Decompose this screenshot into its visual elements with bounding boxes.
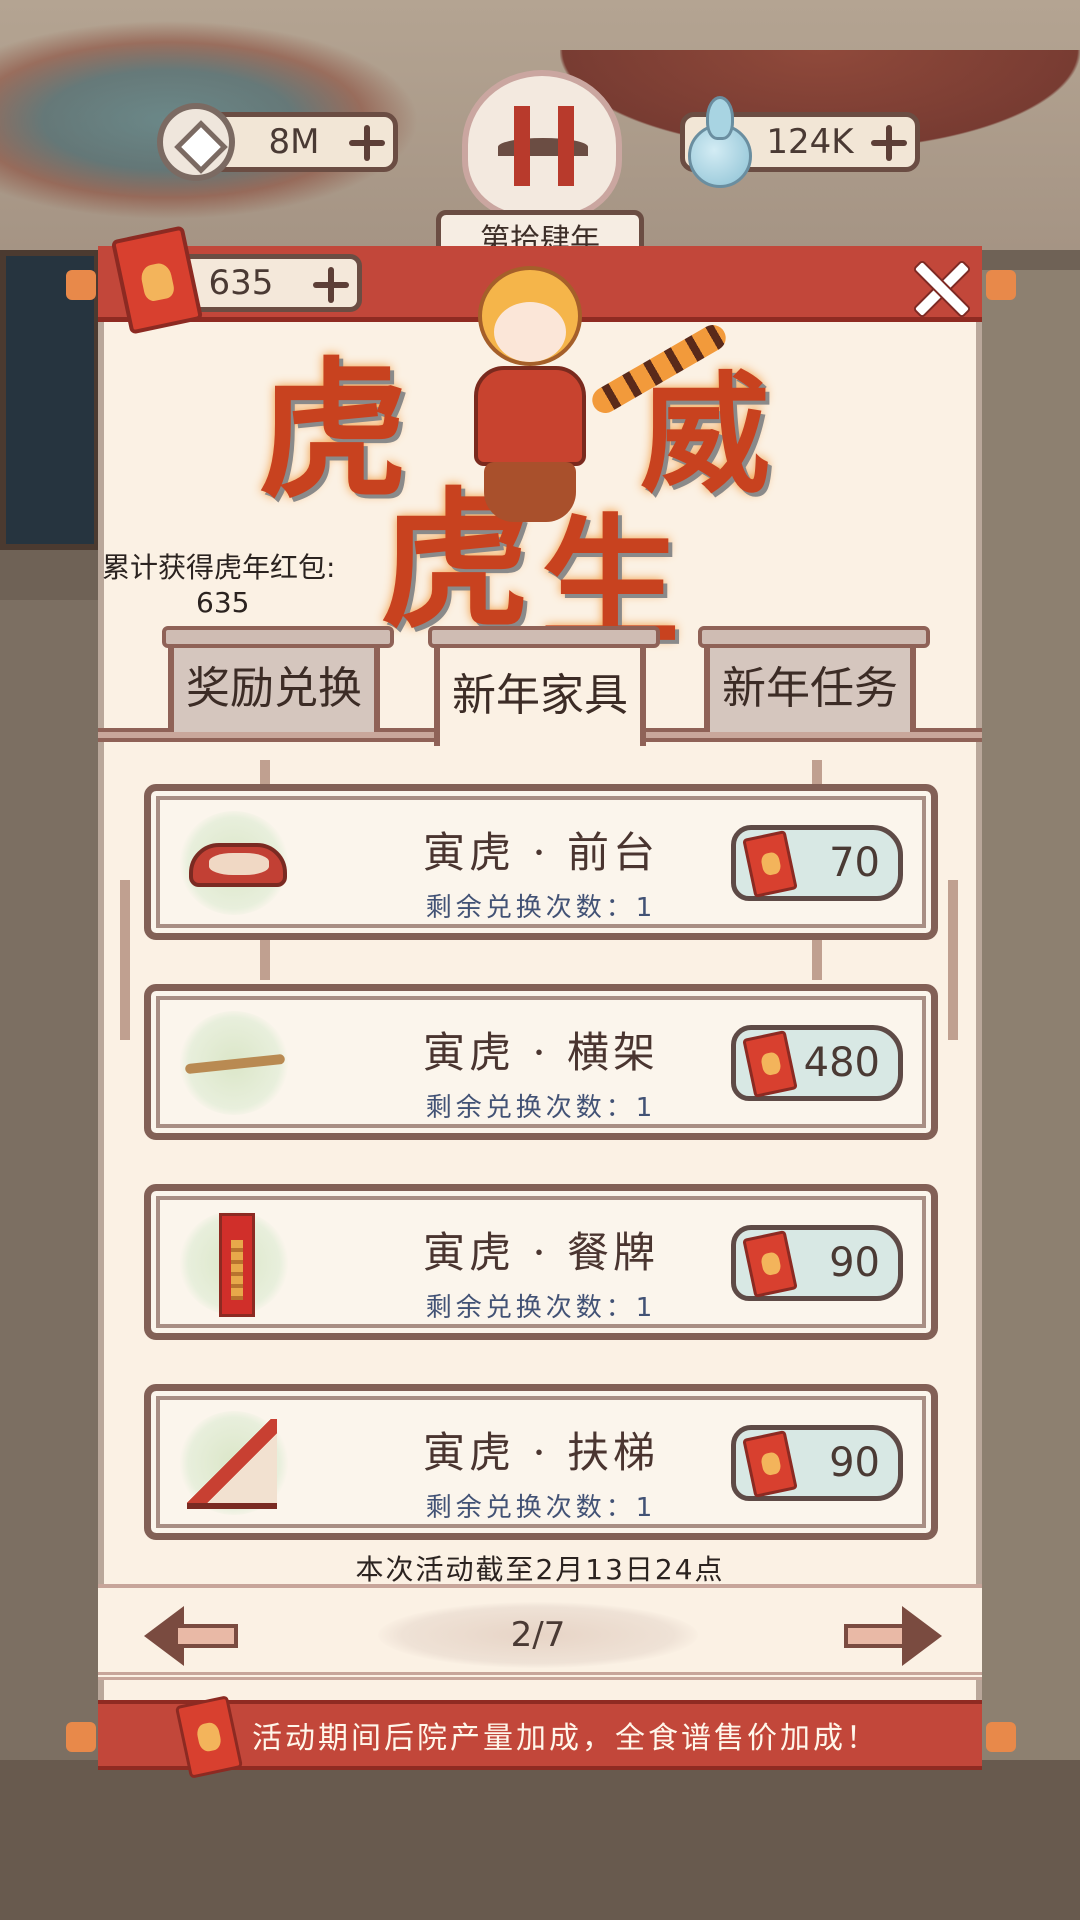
item-card[interactable]: 寅虎 · 餐牌 剩余兑换次数：1 90 bbox=[144, 1184, 938, 1340]
tab-new-year-furniture[interactable]: 新年家具 bbox=[428, 626, 660, 746]
water-value: 124K bbox=[766, 122, 854, 162]
tassel-decoration bbox=[120, 880, 130, 1040]
red-envelope-icon bbox=[742, 1430, 798, 1498]
banner-cap bbox=[66, 1722, 96, 1752]
arrow-shaft bbox=[174, 1624, 238, 1648]
pavilion-pillar bbox=[514, 106, 530, 186]
water-add-button[interactable] bbox=[871, 125, 907, 161]
envelope-value: 635 bbox=[208, 263, 274, 303]
background-right bbox=[980, 270, 1080, 1770]
tiger-girl-character bbox=[460, 266, 731, 546]
buy-button[interactable]: 70 bbox=[731, 825, 903, 901]
pagination-bar: 2/7 bbox=[98, 1584, 982, 1680]
header-cap bbox=[986, 270, 1016, 300]
prev-page-button[interactable] bbox=[144, 1606, 244, 1666]
banner-cap bbox=[986, 1722, 1016, 1752]
tab-new-year-tasks[interactable]: 新年任务 bbox=[698, 626, 930, 732]
page-indicator: 2/7 bbox=[378, 1602, 698, 1668]
pavilion-icon bbox=[498, 138, 588, 156]
tab-reward-exchange[interactable]: 奖励兑换 bbox=[162, 626, 394, 732]
buy-button[interactable]: 90 bbox=[731, 1425, 903, 1501]
event-deadline: 本次活动截至2月13日24点 bbox=[355, 1553, 725, 1586]
character-body bbox=[474, 366, 586, 466]
item-card[interactable]: 寅虎 · 前台 剩余兑换次数：1 70 bbox=[144, 784, 938, 940]
character-face bbox=[494, 302, 566, 362]
buy-button[interactable]: 90 bbox=[731, 1225, 903, 1301]
accumulated-value: 635 bbox=[196, 586, 250, 619]
year-medallion bbox=[462, 70, 622, 220]
item-price: 90 bbox=[829, 1440, 880, 1486]
water-drop-icon bbox=[676, 96, 756, 188]
red-envelope-icon bbox=[742, 830, 798, 898]
next-page-button[interactable] bbox=[838, 1606, 942, 1666]
item-price: 70 bbox=[829, 840, 880, 886]
page-label: 2/7 bbox=[510, 1615, 566, 1655]
red-envelope-icon bbox=[742, 1230, 798, 1298]
tassel-decoration bbox=[948, 880, 958, 1040]
arrow-right-icon bbox=[902, 1606, 942, 1666]
header-cap bbox=[66, 270, 96, 300]
background-left bbox=[0, 600, 100, 1800]
buy-button[interactable]: 480 bbox=[731, 1025, 903, 1101]
envelope-add-button[interactable] bbox=[313, 267, 349, 303]
item-card[interactable]: 寅虎 · 扶梯 剩余兑换次数：1 90 bbox=[144, 1384, 938, 1540]
pavilion-pillar bbox=[558, 106, 574, 186]
coin-add-button[interactable] bbox=[349, 125, 385, 161]
item-card[interactable]: 寅虎 · 横架 剩余兑换次数：1 480 bbox=[144, 984, 938, 1140]
item-price: 480 bbox=[803, 1040, 880, 1086]
character-legs bbox=[484, 462, 576, 522]
item-price: 90 bbox=[829, 1240, 880, 1286]
coin-icon bbox=[157, 103, 235, 181]
bonus-text: 活动期间后院产量加成，全食谱售价加成！ bbox=[252, 1721, 879, 1756]
close-button[interactable] bbox=[910, 258, 968, 316]
red-envelope-icon bbox=[742, 1030, 798, 1098]
background-bottom bbox=[0, 1760, 1080, 1920]
coin-value: 8M bbox=[268, 122, 320, 162]
accumulated-label: 累计获得虎年红包: bbox=[102, 551, 336, 584]
arrow-shaft bbox=[844, 1624, 908, 1648]
